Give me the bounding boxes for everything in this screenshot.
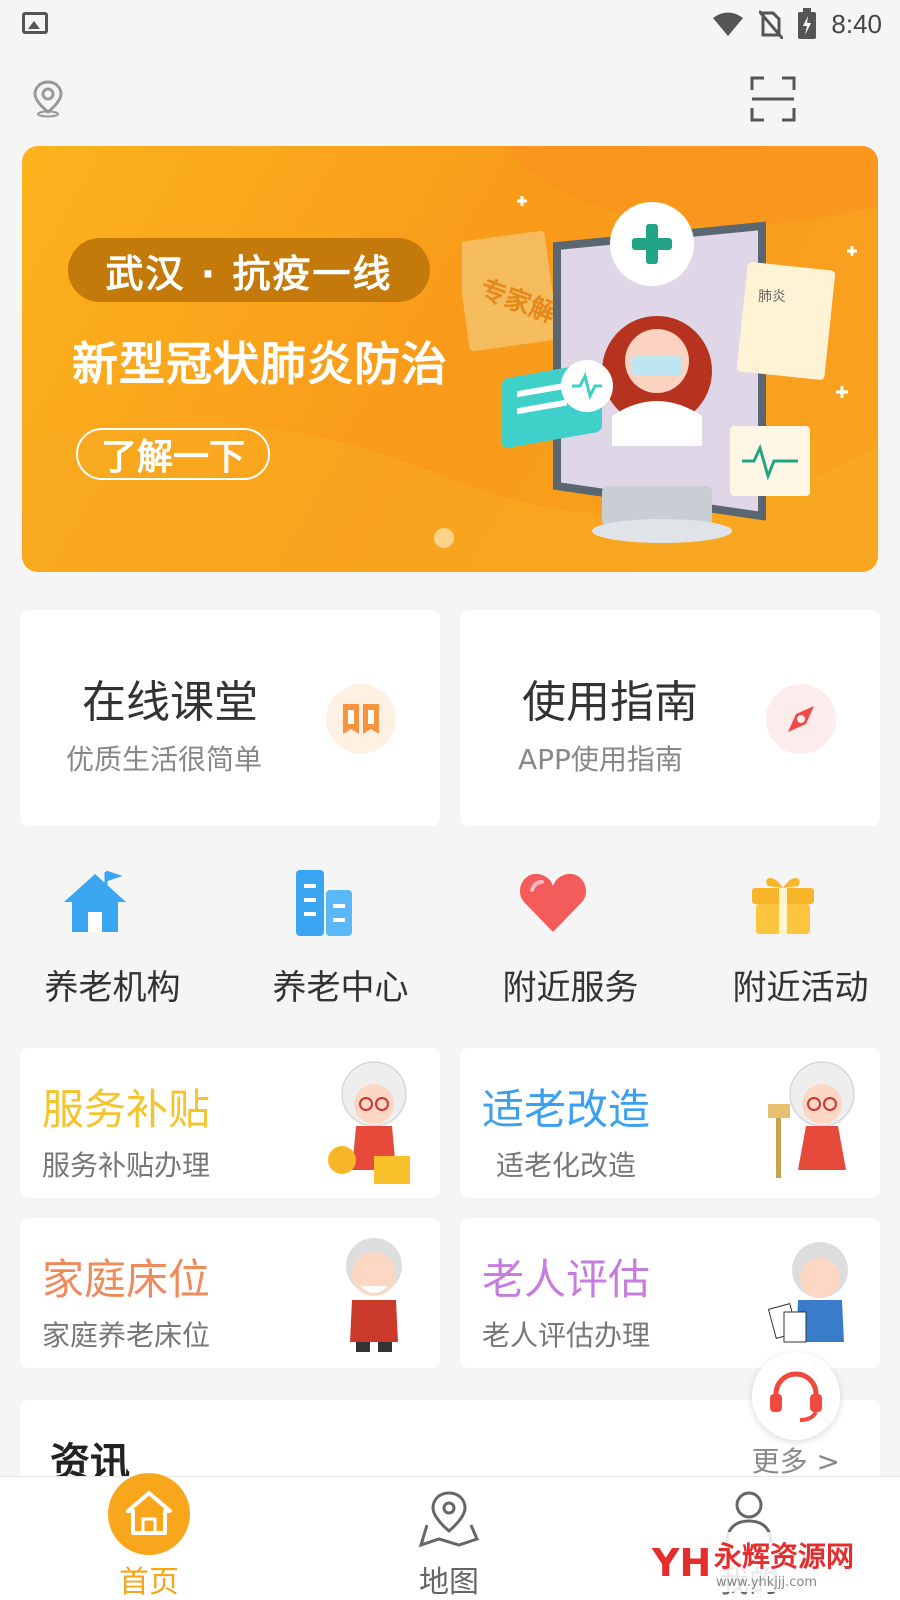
tab-label: 首页 (119, 1565, 179, 1600)
watermark-url: www.yhkjjj.com (716, 1575, 817, 1590)
building-icon (296, 870, 352, 936)
nav-elderly-institution[interactable]: 养老机构 (0, 860, 225, 1010)
service-title: 适老改造 (482, 1085, 651, 1134)
nav-nearby-activities[interactable]: 附近活动 (688, 860, 900, 1010)
elderly-assessment-card[interactable]: 老人评估 老人评估办理 (460, 1218, 880, 1368)
wifi-icon (713, 12, 744, 36)
house-icon (64, 870, 126, 932)
grandma-coins-illustration (328, 1061, 410, 1184)
nav-label: 养老中心 (272, 968, 409, 1008)
status-time: 8:40 (831, 8, 882, 39)
nav-elderly-center[interactable]: 养老中心 (228, 860, 453, 1010)
card-title: 使用指南 (522, 677, 698, 728)
family-bed-card[interactable]: 家庭床位 家庭养老床位 (20, 1218, 440, 1368)
service-subsidy-card[interactable]: 服务补贴 服务补贴办理 (20, 1048, 440, 1198)
heart-icon (519, 873, 587, 932)
image-icon (22, 12, 48, 34)
tab-home[interactable]: 首页 (74, 1473, 224, 1600)
no-sim-icon (759, 10, 784, 39)
tab-label: 地图 (419, 1565, 479, 1600)
location-pin-icon[interactable] (30, 78, 66, 118)
card-title: 在线课堂 (82, 677, 258, 728)
service-title: 老人评估 (482, 1255, 651, 1304)
site-watermark: YH 永辉资源网 www.yhkjjj.com (650, 1532, 880, 1592)
gift-icon (752, 877, 814, 934)
nav-label: 附近服务 (502, 968, 639, 1008)
aging-renovation-card[interactable]: 适老改造 适老化改造 (460, 1048, 880, 1198)
service-subtitle: 老人评估办理 (482, 1319, 651, 1352)
scan-icon[interactable] (750, 76, 796, 122)
quick-nav: 养老机构 养老中心 附近服务 附近活动 (0, 860, 900, 1010)
banner-title: 新型冠状肺炎防治 (72, 337, 448, 391)
status-bar: 8:40 (0, 0, 900, 50)
user-guide-card[interactable]: 使用指南 APP使用指南 (460, 610, 880, 826)
book-icon (326, 684, 396, 754)
banner-carousel[interactable]: 武汉 · 抗疫一线 新型冠状肺炎防治 了解一下 专家解读 肺炎 (22, 146, 878, 572)
service-title: 家庭床位 (42, 1255, 211, 1304)
customer-service-button[interactable] (752, 1352, 840, 1440)
compass-icon (766, 684, 836, 754)
doctor-monitor-illustration: 专家解读 肺炎 (462, 196, 857, 543)
news-more-link[interactable]: 更多 > (752, 1440, 840, 1480)
grandma-sign-illustration (768, 1061, 855, 1178)
grandpa-cards-illustration (767, 1242, 848, 1343)
service-title: 服务补贴 (42, 1085, 211, 1134)
online-classroom-card[interactable]: 在线课堂 优质生活很简单 (20, 610, 440, 826)
watermark-text: 永辉资源网 (714, 1540, 854, 1573)
battery-icon (798, 8, 817, 39)
sheet-label: 肺炎 (758, 289, 786, 305)
card-subtitle: APP使用指南 (518, 743, 683, 776)
status-icons: 8:40 (711, 8, 882, 40)
grandpa-illustration (346, 1238, 402, 1352)
home-icon (126, 1491, 172, 1535)
banner-indicator-dot[interactable] (434, 528, 454, 548)
banner-tag: 武汉 · 抗疫一线 (68, 238, 430, 302)
nav-label: 养老机构 (44, 968, 181, 1008)
map-icon (419, 1491, 479, 1548)
watermark-logo: YH (651, 1541, 711, 1585)
card-subtitle: 优质生活很简单 (66, 743, 263, 776)
nav-nearby-services[interactable]: 附近服务 (458, 860, 683, 1010)
nav-label: 附近活动 (732, 968, 869, 1008)
tab-map[interactable]: 地图 (374, 1477, 524, 1600)
service-subtitle: 服务补贴办理 (42, 1149, 211, 1182)
learn-more-button[interactable]: 了解一下 (76, 428, 270, 480)
service-subtitle: 家庭养老床位 (42, 1319, 211, 1352)
service-subtitle: 适老化改造 (496, 1149, 637, 1182)
